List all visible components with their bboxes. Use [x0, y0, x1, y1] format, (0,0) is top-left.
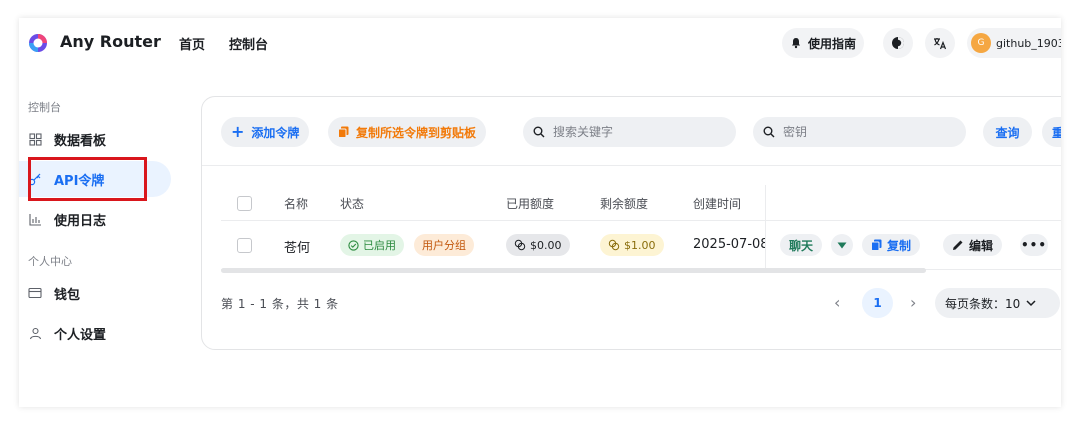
group-text: 用户分组 [422, 239, 466, 252]
search-icon [533, 126, 545, 138]
theme-toggle-button[interactable] [883, 28, 913, 58]
coins-icon [514, 239, 526, 251]
copy-token-button[interactable]: 复制 [862, 234, 921, 256]
sidebar-item-label: 个人设置 [54, 327, 107, 343]
chat-dropdown-button[interactable] [831, 234, 853, 256]
plus-icon: + [231, 122, 245, 141]
horizontal-scrollbar[interactable] [221, 268, 926, 273]
moon-icon [892, 37, 904, 49]
row-checkbox[interactable] [237, 238, 252, 253]
pencil-icon [953, 240, 963, 250]
search-icon [763, 126, 775, 138]
sidebar-group-console: 控制台 [28, 101, 61, 114]
sidebar-item-usage-logs[interactable]: 使用日志 [19, 201, 171, 237]
app-window: Any Router 首页 控制台 使用指南 G github_1903 控制台… [19, 18, 1061, 407]
key-icon [28, 172, 42, 186]
query-button[interactable]: 查询 [983, 117, 1032, 147]
chat-label: 聊天 [789, 238, 814, 253]
language-button[interactable] [925, 28, 955, 58]
guide-label: 使用指南 [808, 36, 857, 51]
dashboard-icon [28, 132, 42, 146]
coins-icon [608, 239, 620, 251]
copy-label: 复制 [887, 238, 912, 253]
used-quota-badge: $0.00 [506, 234, 570, 256]
next-page-chevron-right-icon[interactable]: › [910, 293, 916, 312]
used-quota-value: $0.00 [530, 238, 562, 252]
column-header-name[interactable]: 名称 [284, 195, 308, 212]
copy-icon [871, 239, 882, 251]
sidebar-item-label: 使用日志 [54, 213, 107, 229]
caret-down-icon [837, 242, 847, 248]
page-size-label: 每页条数：10 [945, 296, 1021, 311]
created-time: 2025-07-08 [693, 237, 765, 252]
keyword-search-input[interactable] [553, 125, 703, 139]
select-all-checkbox[interactable] [237, 196, 252, 211]
column-header-created-time[interactable]: 创建时间 [693, 195, 741, 212]
brand-name[interactable]: Any Router [60, 32, 161, 51]
user-menu[interactable]: G github_1903 [967, 28, 1061, 58]
more-icon: ••• [1020, 238, 1047, 252]
column-header-status[interactable]: 状态 [340, 195, 364, 212]
chevron-down-icon [1026, 299, 1036, 306]
key-search-input[interactable] [783, 125, 933, 139]
sidebar-item-label: API令牌 [54, 173, 105, 189]
add-token-button[interactable]: + 添加令牌 [221, 117, 310, 147]
copy-icon [338, 126, 349, 138]
token-name: 苍何 [284, 241, 311, 256]
bar-chart-icon [28, 212, 42, 226]
status-text: 已启用 [363, 239, 396, 252]
edit-label: 编辑 [969, 238, 994, 253]
group-badge: 用户分组 [414, 234, 474, 256]
pagination-summary: 第 1 - 1 条，共 1 条 [221, 297, 339, 311]
page-size-select[interactable]: 每页条数：10 [935, 288, 1060, 318]
fixed-column-divider [765, 185, 766, 269]
sidebar-item-api-tokens[interactable]: API令牌 [19, 161, 171, 197]
edit-token-button[interactable]: 编辑 [943, 234, 1003, 256]
user-icon [28, 326, 42, 340]
sidebar-group-personal: 个人中心 [28, 255, 72, 268]
sidebar-item-label: 钱包 [54, 287, 81, 303]
key-search-field[interactable] [753, 117, 966, 147]
sidebar-item-personal-settings[interactable]: 个人设置 [19, 315, 171, 351]
bell-icon [792, 38, 800, 49]
status-badge: 已启用 [340, 234, 404, 256]
copy-selected-label: 复制所选令牌到剪贴板 [356, 125, 477, 140]
page-button-current[interactable]: 1 [862, 288, 893, 318]
copy-selected-tokens-button[interactable]: 复制所选令牌到剪贴板 [328, 117, 487, 147]
more-actions-button[interactable]: ••• [1020, 234, 1048, 256]
remaining-quota-badge: $1.00 [600, 234, 664, 256]
column-header-used-quota[interactable]: 已用额度 [506, 195, 554, 212]
sidebar-item-wallet[interactable]: 钱包 [19, 275, 171, 311]
keyword-search-field[interactable] [523, 117, 736, 147]
guide-button[interactable]: 使用指南 [782, 28, 865, 58]
remaining-quota-value: $1.00 [624, 238, 656, 252]
reset-button[interactable]: 重 [1042, 117, 1061, 147]
column-header-remaining-quota[interactable]: 剩余额度 [600, 195, 648, 212]
nav-console[interactable]: 控制台 [229, 34, 268, 53]
top-header: Any Router 首页 控制台 使用指南 G github_1903 [19, 18, 1061, 68]
token-table-card: + 添加令牌 复制所选令牌到剪贴板 查询 重 名称 状态 已用额度 剩余额度 创… [201, 96, 1061, 350]
wallet-icon [28, 286, 42, 300]
sidebar-item-label: 数据看板 [54, 133, 107, 149]
add-token-label: 添加令牌 [251, 125, 300, 140]
translate-icon [934, 38, 947, 50]
chat-button[interactable]: 聊天 [780, 234, 823, 256]
user-name: github_1903 [996, 36, 1061, 50]
check-circle-icon [348, 239, 359, 251]
toolbar-divider [202, 165, 1061, 166]
header-divider [221, 220, 1061, 221]
brand-logo-icon [29, 34, 47, 52]
avatar: G [971, 33, 991, 53]
nav-home[interactable]: 首页 [179, 34, 205, 53]
sidebar-item-dashboard[interactable]: 数据看板 [19, 121, 171, 157]
prev-page-chevron-left-icon[interactable]: ‹ [834, 293, 840, 312]
